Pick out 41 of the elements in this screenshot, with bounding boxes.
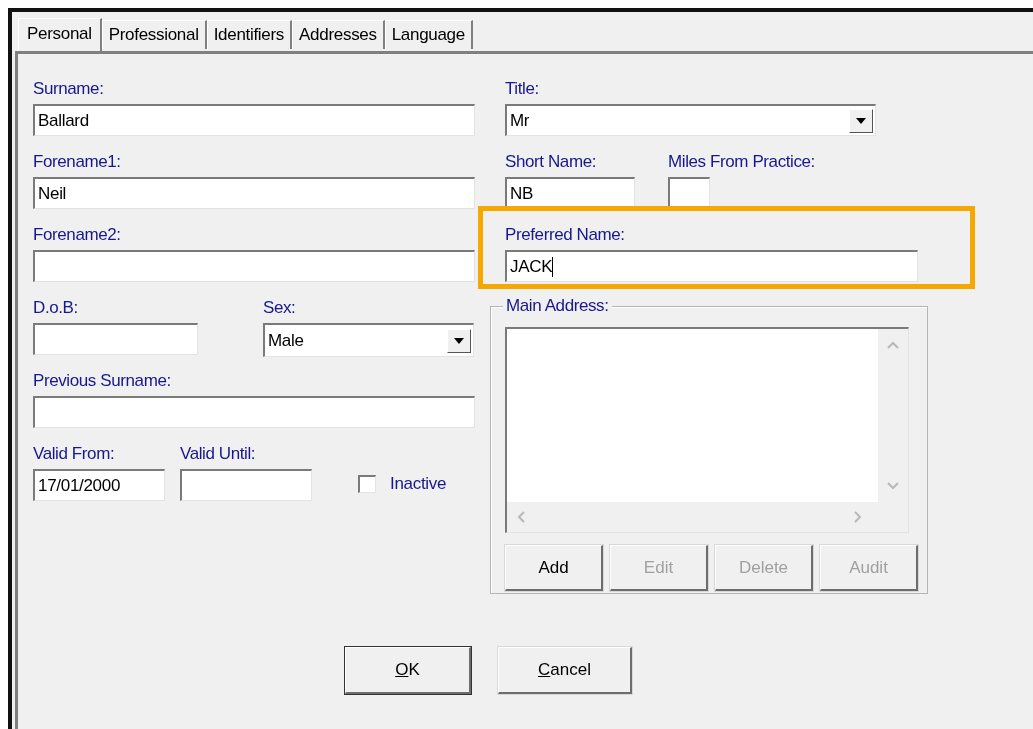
dropdown[interactable]: Mr (505, 104, 876, 136)
tab[interactable]: Professional (101, 20, 207, 49)
field-label: Short Name: (505, 152, 598, 173)
dropdown-arrow-icon (856, 117, 866, 124)
tab[interactable]: Language (384, 20, 473, 49)
text-field[interactable] (33, 250, 475, 282)
text-field[interactable]: 17/01/2000 (33, 469, 165, 501)
text-field[interactable] (668, 177, 710, 209)
text-field[interactable] (180, 469, 312, 501)
dropdown-arrow-icon (454, 337, 464, 344)
tab[interactable]: Identifiers (206, 20, 293, 49)
scroll-right-icon (854, 511, 862, 523)
text-cursor (552, 256, 554, 277)
checkbox[interactable] (358, 475, 376, 493)
field-label: Valid From: (33, 444, 116, 465)
text-field[interactable]: Neil (33, 177, 475, 209)
field-label: Surname: (33, 79, 105, 100)
text-field[interactable]: Ballard (33, 104, 475, 136)
button[interactable]: OK (345, 647, 471, 694)
field-label: D.o.B: (33, 298, 79, 319)
field-label: Miles From Practice: (668, 152, 815, 173)
field-label: Forename2: (33, 225, 122, 246)
dropdown[interactable]: Male (263, 323, 474, 357)
checkbox-label: Inactive (390, 474, 447, 494)
scroll-left-icon (517, 511, 525, 523)
field-label: Title: (505, 79, 540, 100)
field-label: Sex: (263, 298, 297, 319)
field-label: Valid Until: (180, 444, 257, 465)
text-field[interactable]: NB (505, 177, 635, 209)
field-label: Forename1: (33, 152, 122, 173)
scroll-up-icon (887, 341, 899, 349)
tab[interactable]: Personal (18, 18, 102, 51)
tab[interactable]: Addresses (292, 20, 385, 49)
field-label: Preferred Name: (505, 225, 626, 246)
button[interactable]: Cancel (498, 647, 632, 694)
button[interactable]: Add (505, 545, 603, 591)
scroll-down-icon (887, 482, 899, 490)
text-field[interactable] (33, 396, 475, 428)
field-label: Previous Surname: (33, 371, 172, 392)
text-field[interactable] (33, 323, 198, 355)
text-field[interactable]: JACK (505, 250, 918, 282)
